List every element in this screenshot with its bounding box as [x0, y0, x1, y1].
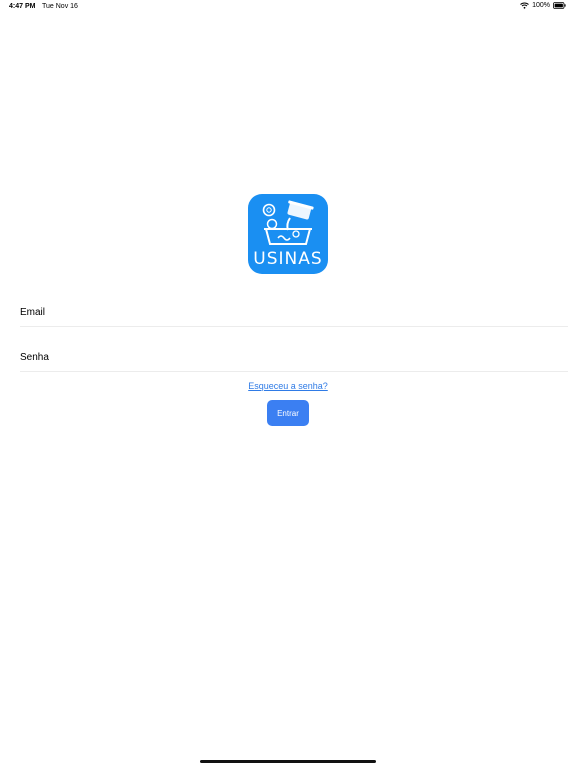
logo-text: USINAS — [253, 249, 323, 269]
wifi-icon — [520, 2, 529, 9]
login-button[interactable]: Entrar — [267, 400, 309, 426]
status-bar: 4:47 PM Tue Nov 16 100% — [0, 0, 576, 14]
status-indicators: 100% — [520, 2, 566, 9]
status-date: Tue Nov 16 — [42, 3, 78, 10]
password-field-container — [20, 347, 568, 372]
app-logo: USINAS — [248, 194, 328, 274]
login-screen: 4:47 PM Tue Nov 16 100% USINAS Email Esq… — [0, 0, 576, 768]
battery-full-icon — [553, 2, 566, 9]
status-time: 4:47 PM — [9, 3, 36, 10]
password-field[interactable] — [20, 347, 568, 368]
forgot-password-link[interactable]: Esqueceu a senha? — [0, 381, 576, 391]
battery-percentage: 100% — [532, 2, 550, 9]
email-field[interactable] — [20, 302, 568, 323]
email-field-container — [20, 302, 568, 327]
home-indicator — [200, 760, 376, 763]
